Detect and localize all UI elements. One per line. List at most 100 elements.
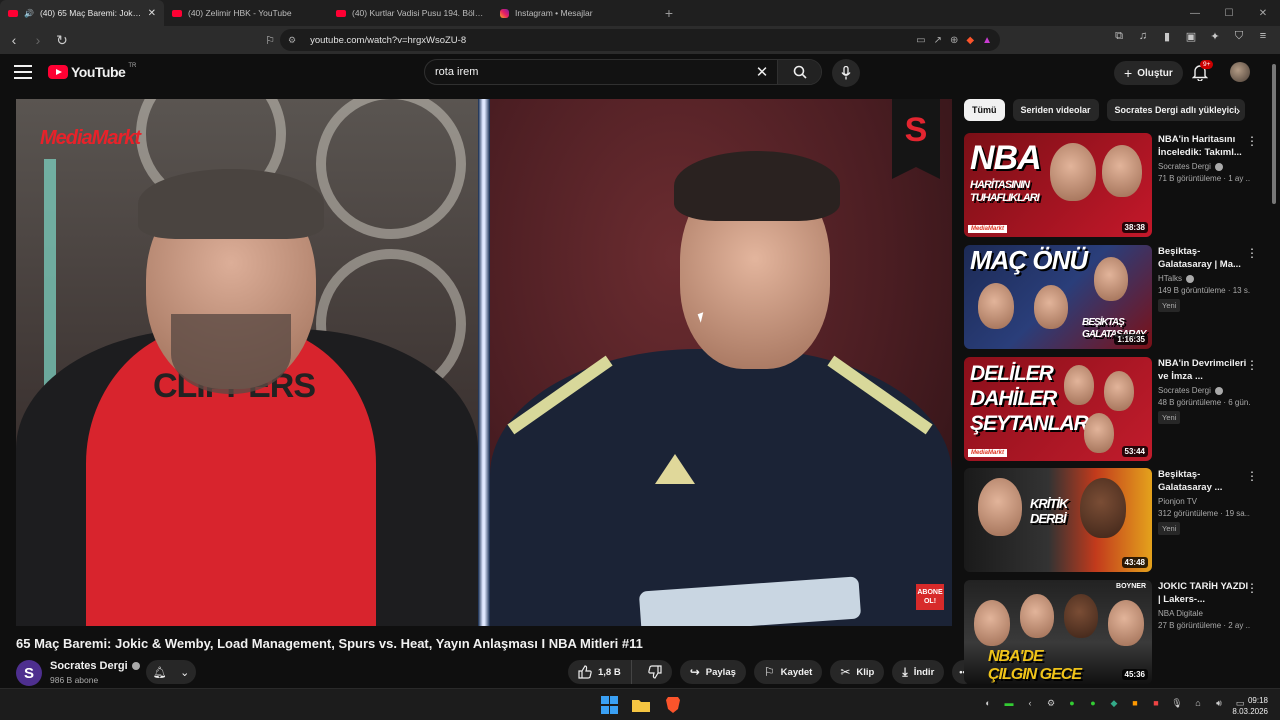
channel-avatar[interactable]: S — [16, 660, 42, 686]
more-vertical-icon[interactable]: ⋮ — [1246, 359, 1258, 371]
maximize-icon[interactable]: ☐ — [1212, 0, 1246, 26]
more-vertical-icon[interactable]: ⋮ — [1246, 582, 1258, 594]
account-avatar[interactable] — [1230, 62, 1250, 82]
thumb-face — [1034, 285, 1068, 329]
brave-shield-icon[interactable]: ◆ — [966, 35, 974, 46]
bookmark-icon[interactable]: ⚐ — [260, 30, 280, 50]
windows-start-icon[interactable] — [600, 696, 618, 714]
recommendation-title[interactable]: NBA'in Devrimcileri ve İmza ... — [1158, 357, 1250, 383]
minimize-icon[interactable]: — — [1178, 0, 1212, 26]
url-field[interactable]: ⚙ youtube.com/watch?v=hrgxWsoZU-8 ▭ ↗ ⊕ … — [280, 29, 1000, 51]
close-window-icon[interactable]: ✕ — [1246, 0, 1280, 26]
create-button[interactable]: + Oluştur — [1114, 61, 1183, 85]
tray-app-icon[interactable]: ■ — [1129, 698, 1141, 709]
like-button[interactable]: 1,8 B — [568, 660, 632, 684]
recommendation-title[interactable]: Beşiktaş-Galatasaray | Ma... — [1158, 245, 1250, 271]
tray-app-icon[interactable]: ■ — [1150, 698, 1162, 709]
chip-uploader[interactable]: Socrates Dergi adlı yükleyici — [1106, 99, 1245, 121]
browser-tab-active[interactable]: 🔊 (40) 65 Maç Baremi: Jokic & W ✕ — [0, 0, 164, 26]
download-button[interactable]: ⤓ İndir — [892, 660, 945, 684]
cast-icon[interactable]: ▭ — [916, 35, 925, 46]
tray-app-icon[interactable]: ⚙ — [1045, 698, 1057, 709]
channel-name-row[interactable]: Socrates Dergi — [50, 660, 140, 672]
microphone-icon[interactable]: 🎙︎ — [1171, 698, 1183, 709]
video-thumbnail[interactable]: BOYNER NBA'DE ÇILGIN GECE 45:36 — [964, 580, 1152, 684]
thumb-subtext: HARİTASININ TUHAFLIKLARI — [970, 179, 1040, 204]
tray-app-icon[interactable]: ‹ — [1024, 698, 1036, 709]
site-info-icon[interactable]: ⚙ — [288, 35, 296, 46]
tray-app-icon[interactable]: ◆ — [1108, 698, 1120, 709]
network-icon[interactable]: ⌂ — [1192, 698, 1204, 709]
more-vertical-icon[interactable]: ⋮ — [1246, 470, 1258, 482]
new-tab-button[interactable]: + — [656, 0, 682, 26]
share-page-icon[interactable]: ↗ — [934, 35, 942, 46]
voice-search-button[interactable] — [832, 59, 860, 87]
recommendation-channel[interactable]: Socrates Dergi — [1158, 162, 1211, 171]
screenshot-icon[interactable]: ⧉ — [1112, 30, 1126, 43]
hamburger-menu-icon[interactable] — [14, 65, 32, 79]
recommendation-title[interactable]: NBA'in Haritasını İnceledik: Takıml... — [1158, 133, 1250, 159]
tray-app-icon[interactable]: ● — [1066, 698, 1078, 709]
tray-app-icon[interactable]: ● — [1087, 698, 1099, 709]
browser-tab[interactable]: (40) Zelimir HBK - YouTube — [164, 0, 328, 26]
clip-button[interactable]: ✂ Klip — [830, 660, 885, 684]
sidebar-icon[interactable]: ▮ — [1160, 30, 1174, 43]
zoom-icon[interactable]: ⊕ — [950, 35, 958, 46]
leo-icon[interactable]: ✦ — [1208, 30, 1222, 43]
chip-all[interactable]: Tümü — [964, 99, 1005, 121]
video-thumbnail[interactable]: NBA HARİTASININ TUHAFLIKLARI MediaMarkt 3… — [964, 133, 1152, 237]
save-button[interactable]: ⚐ Kaydet — [753, 660, 823, 684]
recommendation-channel[interactable]: Socrates Dergi — [1158, 386, 1211, 395]
search-input[interactable]: rota irem — [425, 66, 747, 78]
recommendation-channel[interactable]: NBA Digitale — [1158, 609, 1203, 618]
chip-series[interactable]: Seriden videolar — [1012, 99, 1099, 121]
tray-app-icon[interactable]: ◐ — [982, 698, 994, 709]
media-icon[interactable]: ♫ — [1136, 30, 1150, 43]
recommendation-info: Beşiktaş-Galatasaray ... Pionjon TV 312 … — [1158, 468, 1250, 536]
page-scrollbar[interactable] — [1270, 56, 1278, 686]
reload-icon[interactable]: ↻ — [52, 30, 72, 50]
recommendation-channel[interactable]: Pionjon TV — [1158, 497, 1197, 506]
speaker-icon[interactable]: 🔊 — [24, 9, 34, 18]
scrollbar-thumb[interactable] — [1272, 64, 1276, 204]
tray-app-icon[interactable]: ▬ — [1003, 698, 1015, 709]
recommendation-item[interactable]: MAÇ ÖNÜ BEŞİKTAŞGALATASARAY 1:16:35 Beşi… — [964, 245, 1264, 349]
more-vertical-icon[interactable]: ⋮ — [1246, 135, 1258, 147]
vpn-icon[interactable]: ⛉ — [1232, 30, 1246, 43]
youtube-logo[interactable]: YouTube TR — [48, 63, 136, 80]
browser-menu-icon[interactable]: ≡ — [1256, 30, 1270, 43]
browser-tab[interactable]: Instagram • Mesajlar — [492, 0, 656, 26]
dislike-button[interactable] — [638, 660, 672, 684]
recommendation-item[interactable]: BOYNER NBA'DE ÇILGIN GECE 45:36 JOKIC TAR… — [964, 580, 1264, 684]
channel-name[interactable]: Socrates Dergi — [50, 660, 128, 672]
recommendation-item[interactable]: KRİTİK DERBİ 43:48 Beşiktaş-Galatasaray .… — [964, 468, 1264, 572]
video-thumbnail[interactable]: KRİTİK DERBİ 43:48 — [964, 468, 1152, 572]
recommendation-title[interactable]: JOKIC TARİH YAZDI | Lakers-... — [1158, 580, 1250, 606]
recommendation-item[interactable]: NBA HARİTASININ TUHAFLIKLARI MediaMarkt 3… — [964, 133, 1264, 237]
clear-search-icon[interactable]: ✕ — [747, 63, 777, 81]
video-thumbnail[interactable]: DELİLER DAHİLER ŞEYTANLAR MediaMarkt 53:44 — [964, 357, 1152, 461]
close-tab-icon[interactable]: ✕ — [148, 8, 156, 19]
subscription-bell-button[interactable]: 🔔︎ ⌄ — [146, 660, 196, 684]
file-explorer-icon[interactable] — [632, 696, 650, 714]
browser-tab[interactable]: (40) Kurtlar Vadisi Pusu 194. Bölüm - — [328, 0, 492, 26]
recommendation-channel[interactable]: HTalks — [1158, 274, 1182, 283]
video-player[interactable]: CLIPPERS MediaMarkt S ABONE OL! — [16, 99, 952, 626]
recommendation-item[interactable]: DELİLER DAHİLER ŞEYTANLAR MediaMarkt 53:44… — [964, 357, 1264, 461]
brave-browser-icon[interactable] — [664, 696, 682, 714]
search-button[interactable] — [777, 60, 821, 84]
more-vertical-icon[interactable]: ⋮ — [1246, 247, 1258, 259]
chevron-right-icon[interactable]: › — [1228, 100, 1248, 120]
recommendation-title[interactable]: Beşiktaş-Galatasaray ... — [1158, 468, 1250, 494]
video-thumbnail[interactable]: MAÇ ÖNÜ BEŞİKTAŞGALATASARAY 1:16:35 — [964, 245, 1152, 349]
back-icon[interactable]: ‹ — [4, 30, 24, 50]
wallet-icon[interactable]: ▣ — [1184, 30, 1198, 43]
brave-rewards-icon[interactable]: ▲ — [982, 35, 992, 46]
volume-icon[interactable]: 🔊︎ — [1213, 698, 1225, 709]
taskbar-clock[interactable]: 09:18 8.03.2026 — [1232, 695, 1268, 717]
subscribe-overlay-badge[interactable]: ABONE OL! — [916, 584, 944, 610]
thumb-text: MAÇ ÖNÜ — [970, 245, 1088, 275]
notifications-button[interactable]: 9+ — [1191, 60, 1214, 83]
forward-icon[interactable]: › — [28, 30, 48, 50]
share-button[interactable]: ↪ Paylaş — [679, 660, 746, 684]
